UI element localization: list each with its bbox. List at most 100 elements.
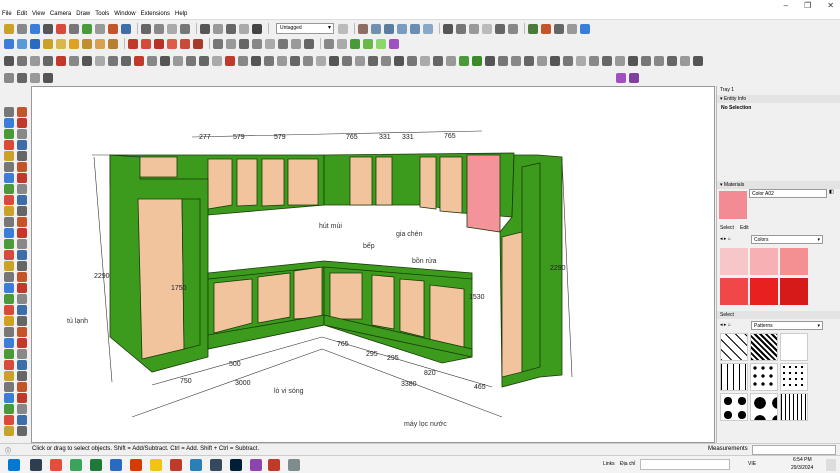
dim-top-7[interactable]: 765	[444, 133, 456, 140]
palette-tool-icon[interactable]	[4, 338, 14, 348]
extension-warehouse-icon[interactable]	[541, 23, 551, 34]
wireframe-icon[interactable]	[456, 23, 466, 34]
dim-top-1[interactable]: 277	[199, 134, 211, 141]
taskbar-app-icon[interactable]	[70, 459, 82, 471]
dim-base-8[interactable]: 465	[474, 384, 486, 391]
ext-tool-icon[interactable]	[121, 55, 131, 66]
dim-top-4[interactable]: 765	[346, 134, 358, 141]
ext-tool-icon[interactable]	[654, 55, 664, 66]
palette-tool-icon[interactable]	[17, 107, 27, 117]
palette-tool-icon[interactable]	[17, 195, 27, 205]
taskbar-app-icon[interactable]	[50, 459, 62, 471]
label-fridge[interactable]: tủ lạnh	[67, 317, 88, 325]
palette-tool-icon[interactable]	[17, 338, 27, 348]
select-tool-icon[interactable]	[4, 23, 14, 34]
match-photo-icon[interactable]	[350, 38, 360, 49]
label-hood[interactable]: hút mùi	[319, 223, 342, 230]
ext-tool-icon[interactable]	[342, 55, 352, 66]
label-stove[interactable]: bếp	[363, 241, 375, 250]
materials-header[interactable]: ▾ Materials	[717, 181, 840, 189]
material-swatch[interactable]	[750, 248, 778, 275]
clock-date[interactable]: 29/3/2024	[791, 465, 813, 471]
palette-tool-icon[interactable]	[4, 250, 14, 260]
scale-tool-icon[interactable]	[4, 38, 14, 49]
ext-tool-icon[interactable]	[17, 55, 27, 66]
materials-library-dropdown[interactable]: Colors ▾	[751, 235, 823, 244]
taskbar-app-icon[interactable]	[150, 459, 162, 471]
ext-tool-icon[interactable]	[316, 55, 326, 66]
zoom-extents-icon[interactable]	[180, 23, 190, 34]
pattern-swatch[interactable]	[780, 393, 808, 421]
address-input[interactable]	[640, 459, 730, 470]
ext-tool-icon[interactable]	[69, 55, 79, 66]
taskbar-app-icon[interactable]	[170, 459, 182, 471]
ext-tool-icon[interactable]	[498, 55, 508, 66]
flip-edge-icon[interactable]	[304, 38, 314, 49]
ext-tool-icon[interactable]	[563, 55, 573, 66]
ext-tool-icon[interactable]	[108, 55, 118, 66]
ext-tool-icon[interactable]	[277, 55, 287, 66]
trim-icon[interactable]	[180, 38, 190, 49]
upper-panel[interactable]	[419, 156, 437, 210]
menu-help[interactable]: Help	[175, 11, 187, 17]
palette-tool-icon[interactable]	[17, 415, 27, 425]
ext-tool-icon[interactable]	[355, 55, 365, 66]
ext-tool-icon[interactable]	[173, 55, 183, 66]
dim-top-3[interactable]: 579	[274, 134, 286, 141]
location-icon[interactable]	[363, 38, 373, 49]
protractor-icon[interactable]	[56, 38, 66, 49]
camera-icon[interactable]	[200, 23, 210, 34]
ext-tool-icon[interactable]	[17, 72, 27, 83]
palette-tool-icon[interactable]	[17, 173, 27, 183]
palette-tool-icon[interactable]	[17, 349, 27, 359]
palette-tool-icon[interactable]	[4, 404, 14, 414]
palette-tool-icon[interactable]	[17, 382, 27, 392]
styles-icon[interactable]	[567, 23, 577, 34]
pattern-swatch[interactable]	[750, 333, 778, 361]
taskbar-app-icon[interactable]	[110, 459, 122, 471]
from-scratch-icon[interactable]	[239, 38, 249, 49]
palette-tool-icon[interactable]	[17, 261, 27, 271]
base-panel[interactable]	[293, 266, 323, 320]
materials-nav-icons[interactable]: ◂ ▸ ⌂	[720, 236, 731, 242]
paint-bucket-icon[interactable]	[30, 23, 40, 34]
dim-left-height[interactable]: 2290	[94, 273, 110, 280]
start-button[interactable]	[8, 459, 20, 471]
dim-base-4[interactable]: 765	[337, 341, 349, 348]
palette-tool-icon[interactable]	[17, 272, 27, 282]
address-toolbar[interactable]: Địa chỉ	[620, 461, 635, 467]
ext-tool-icon[interactable]	[667, 55, 677, 66]
upper-panel[interactable]	[207, 158, 233, 210]
smoove-icon[interactable]	[252, 38, 262, 49]
ext-tool-icon[interactable]	[199, 55, 209, 66]
dim-base-2[interactable]: 500	[229, 361, 241, 368]
ext-tool-icon[interactable]	[30, 72, 40, 83]
palette-tool-icon[interactable]	[17, 239, 27, 249]
iso-view-icon[interactable]	[358, 23, 368, 34]
base-panel[interactable]	[371, 274, 395, 330]
ext-tool-icon[interactable]	[680, 55, 690, 66]
entity-info-header[interactable]: ▾ Entity Info	[717, 95, 840, 103]
intersect-icon[interactable]	[141, 38, 151, 49]
dim-inner-right-height[interactable]: 1530	[469, 294, 485, 301]
label-microwave[interactable]: lò vi sóng	[274, 388, 304, 395]
menu-draw[interactable]: Draw	[76, 11, 90, 17]
palette-tool-icon[interactable]	[17, 426, 27, 436]
ext-tool-icon[interactable]	[186, 55, 196, 66]
palette-tool-icon[interactable]	[17, 140, 27, 150]
palette-tool-icon[interactable]	[17, 360, 27, 370]
rectangle-tool-icon[interactable]	[69, 23, 79, 34]
monochrome-icon[interactable]	[508, 23, 518, 34]
ext-tool-icon[interactable]	[4, 55, 14, 66]
palette-tool-icon[interactable]	[4, 239, 14, 249]
line-tool-icon[interactable]	[43, 23, 53, 34]
taskbar-app-icon[interactable]	[130, 459, 142, 471]
ext-tool-icon[interactable]	[550, 55, 560, 66]
arc-icon[interactable]	[95, 38, 105, 49]
ext-tool-icon[interactable]	[602, 55, 612, 66]
palette-tool-icon[interactable]	[17, 404, 27, 414]
text-tool-icon[interactable]	[69, 38, 79, 49]
ext-tool-icon[interactable]	[576, 55, 586, 66]
ext-tool-icon[interactable]	[134, 55, 144, 66]
palette-tool-icon[interactable]	[4, 371, 14, 381]
